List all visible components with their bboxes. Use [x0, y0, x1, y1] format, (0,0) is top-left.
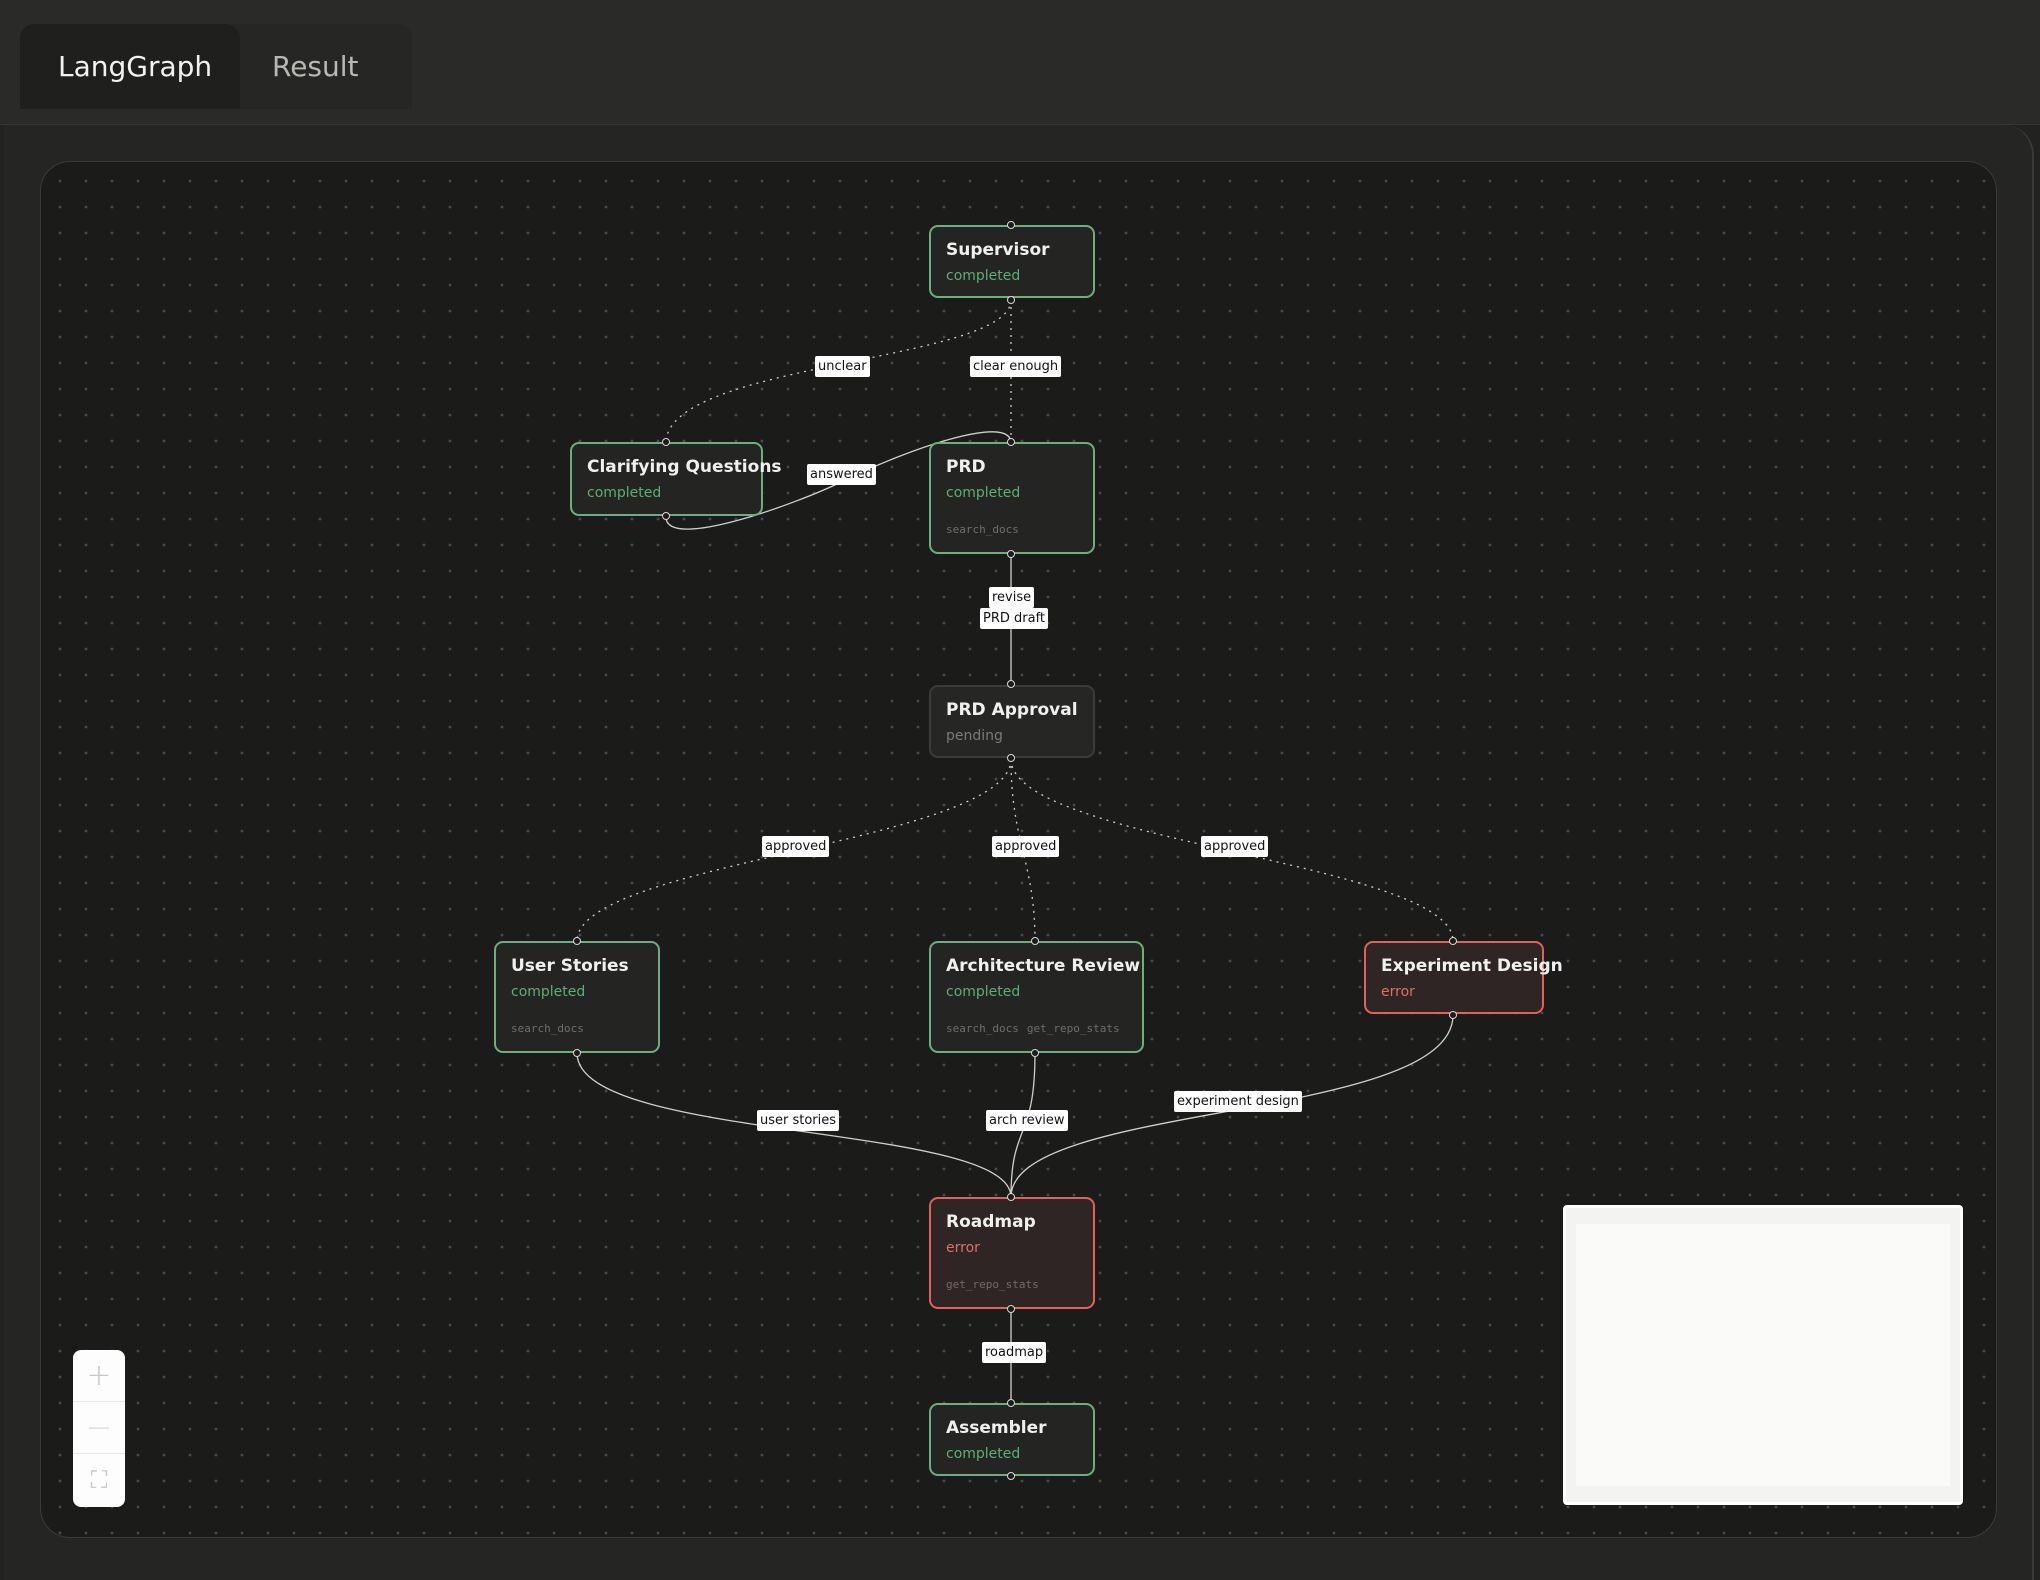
edge-label-prd-draft: PRD draft — [980, 608, 1049, 629]
node-status: error — [1381, 984, 1415, 1000]
node-title: User Stories — [511, 956, 629, 976]
handle-assembler-in[interactable] — [1007, 1399, 1015, 1407]
handle-assembler-out[interactable] — [1007, 1472, 1015, 1480]
handle-experiment-in[interactable] — [1449, 937, 1457, 945]
edge-label-unclear: unclear — [815, 356, 870, 377]
fit-view-icon: ⛶ — [90, 1466, 108, 1494]
app-frame: Result LangGraph unclear clear enough an… — [0, 0, 2040, 1580]
edge-label-user-stories: user stories — [757, 1110, 840, 1131]
edge-label-revise: revise — [989, 587, 1035, 608]
node-experiment-design[interactable]: Experiment Design error — [1364, 941, 1563, 1014]
node-tools: search_docs — [511, 1022, 643, 1035]
node-supervisor[interactable]: Supervisor completed — [929, 225, 1095, 298]
edge-label-answered: answered — [807, 464, 876, 485]
handle-prd-in[interactable] — [1007, 438, 1015, 446]
edge-label-clear-enough: clear enough — [970, 356, 1062, 377]
node-tools: search_docs — [946, 523, 1078, 536]
edge-label-approved-3: approved — [1201, 836, 1269, 857]
handle-prd-out[interactable] — [1007, 550, 1015, 558]
node-status: completed — [511, 984, 586, 1000]
node-title: Roadmap — [946, 1212, 1036, 1232]
handle-roadmap-out[interactable] — [1007, 1305, 1015, 1313]
node-status: pending — [946, 728, 1003, 744]
tab-result[interactable]: Result — [232, 24, 412, 109]
edge-label-approved-1: approved — [762, 836, 830, 857]
graph-canvas[interactable]: unclear clear enough answered revise PRD… — [40, 161, 1997, 1538]
handle-arch-out[interactable] — [1031, 1049, 1039, 1057]
tool-tag: search_docs — [946, 1022, 1019, 1035]
handle-clarifying-in[interactable] — [662, 438, 670, 446]
handle-supervisor-in[interactable] — [1007, 221, 1015, 229]
node-tools: get_repo_stats — [946, 1278, 1078, 1291]
node-status: completed — [946, 485, 1021, 501]
node-architecture-review[interactable]: Architecture Review completed search_doc… — [929, 941, 1144, 1053]
minimap[interactable] — [1563, 1205, 1963, 1505]
edge-label-arch-review: arch review — [986, 1110, 1068, 1131]
handle-roadmap-in[interactable] — [1007, 1193, 1015, 1201]
tool-tag: search_docs — [511, 1022, 584, 1035]
plus-icon: + — [86, 1358, 112, 1393]
node-roadmap[interactable]: Roadmap error get_repo_stats — [929, 1197, 1095, 1309]
edge-label-approved-2: approved — [992, 836, 1060, 857]
handle-userstories-in[interactable] — [573, 937, 581, 945]
tool-tag: get_repo_stats — [1026, 1022, 1120, 1035]
node-title: Supervisor — [946, 240, 1050, 260]
node-title: Assembler — [946, 1418, 1047, 1438]
tool-tag: search_docs — [946, 523, 1019, 536]
zoom-out-button[interactable]: — — [73, 1402, 125, 1454]
node-title: Architecture Review — [946, 956, 1141, 976]
node-tools: search_docs get_repo_stats — [946, 1022, 1127, 1035]
handle-arch-in[interactable] — [1031, 937, 1039, 945]
minus-icon: — — [88, 1415, 110, 1440]
handle-userstories-out[interactable] — [573, 1049, 581, 1057]
handle-clarifying-out[interactable] — [662, 512, 670, 520]
node-clarifying-questions[interactable]: Clarifying Questions completed — [570, 442, 782, 516]
tab-bar: Result LangGraph — [0, 0, 2040, 125]
node-status: completed — [946, 268, 1021, 284]
node-title: PRD — [946, 457, 986, 477]
node-prd[interactable]: PRD completed search_docs — [929, 442, 1095, 554]
zoom-controls: + — ⛶ — [73, 1350, 125, 1507]
node-title: Experiment Design — [1381, 956, 1563, 976]
node-status: error — [946, 1240, 980, 1256]
zoom-in-button[interactable]: + — [73, 1350, 125, 1402]
minimap-viewport — [1576, 1224, 1950, 1486]
handle-approval-out[interactable] — [1007, 754, 1015, 762]
handle-supervisor-out[interactable] — [1007, 296, 1015, 304]
node-user-stories[interactable]: User Stories completed search_docs — [494, 941, 660, 1053]
fit-view-button[interactable]: ⛶ — [73, 1454, 125, 1506]
handle-experiment-out[interactable] — [1449, 1011, 1457, 1019]
edge-label-roadmap: roadmap — [982, 1342, 1047, 1363]
node-status: completed — [946, 984, 1021, 1000]
edge-label-experiment-design: experiment design — [1174, 1091, 1302, 1112]
node-title: PRD Approval — [946, 700, 1078, 720]
node-status: completed — [587, 485, 662, 501]
node-status: completed — [946, 1446, 1021, 1462]
node-title: Clarifying Questions — [587, 457, 782, 477]
handle-approval-in[interactable] — [1007, 680, 1015, 688]
tab-langgraph[interactable]: LangGraph — [20, 24, 240, 109]
tool-tag: get_repo_stats — [946, 1278, 1039, 1291]
node-prd-approval[interactable]: PRD Approval pending — [929, 685, 1095, 758]
node-assembler[interactable]: Assembler completed — [929, 1403, 1095, 1476]
